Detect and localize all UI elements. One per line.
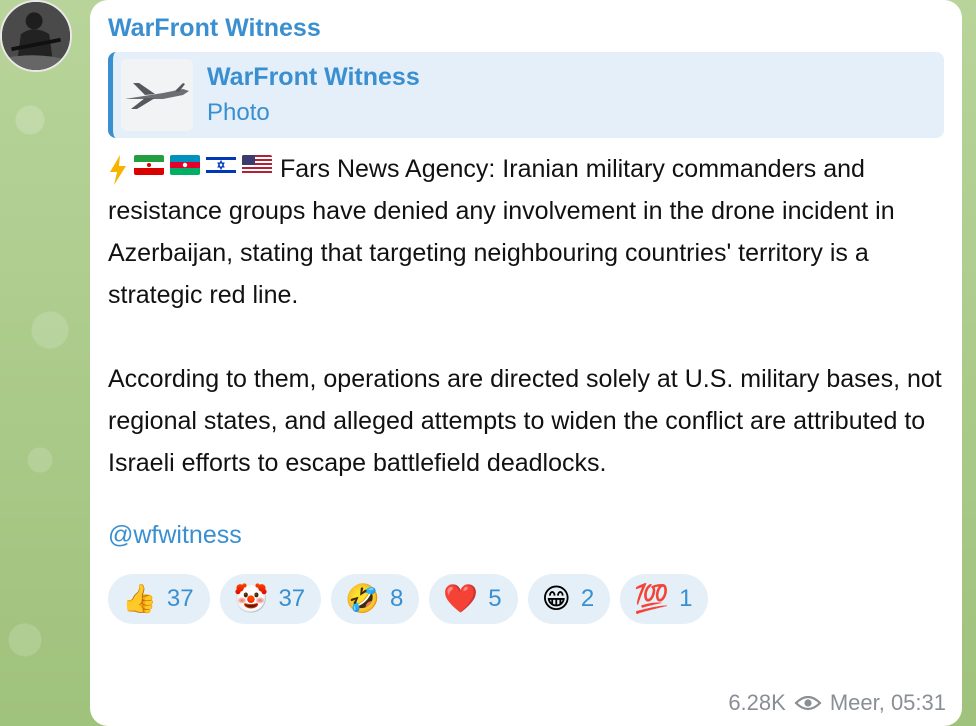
- reaction-clown[interactable]: 🤡 37: [219, 574, 322, 624]
- us-flag: [242, 155, 272, 176]
- message-time: Meer, 05:31: [829, 690, 946, 715]
- grin-icon: 😁: [541, 583, 571, 614]
- drone-thumbnail: [125, 83, 189, 109]
- reaction-count: 37: [278, 585, 306, 612]
- reaction-count: 5: [488, 585, 502, 612]
- message-bubble: WarFront Witness WarFront Witness Photo: [90, 0, 962, 726]
- israel-flag: [206, 155, 236, 176]
- reactions-bar: 👍 37 🤡 37 🤣 8 ❤️ 5 😁 2 💯 1: [108, 574, 944, 624]
- channel-handle-link[interactable]: @wfwitness: [108, 514, 944, 556]
- soldier-avatar-icon: [2, 2, 70, 70]
- hundred-icon: 💯: [634, 583, 670, 614]
- rofl-icon: 🤣: [345, 583, 381, 614]
- reaction-heart[interactable]: ❤️ 5: [429, 574, 518, 624]
- sender-name[interactable]: WarFront Witness: [108, 10, 944, 46]
- reply-thumbnail: [121, 59, 193, 131]
- heart-icon: ❤️: [443, 583, 479, 614]
- message-paragraph-2: According to them, operations are direct…: [108, 365, 942, 477]
- view-count: 6.28K: [728, 690, 786, 715]
- message-meta: 6.28K Meer, 05:31: [728, 690, 946, 716]
- clown-icon: 🤡: [233, 583, 269, 614]
- message-prefix-icons: [108, 155, 272, 186]
- iran-flag: [134, 155, 164, 176]
- reply-subtitle: Photo: [207, 99, 270, 126]
- lightning-icon: [110, 155, 126, 186]
- message-text: Fars News Agency: Iranian military comma…: [108, 148, 944, 484]
- azerbaijan-flag: [170, 155, 200, 176]
- eye-icon: [794, 695, 822, 711]
- reply-preview[interactable]: WarFront Witness Photo: [108, 52, 944, 138]
- reaction-count: 2: [580, 585, 595, 612]
- reaction-hundred[interactable]: 💯 1: [620, 574, 709, 624]
- reply-title: WarFront Witness: [207, 63, 420, 91]
- reaction-grin[interactable]: 😁 2: [527, 574, 611, 624]
- reaction-count: 8: [390, 585, 404, 612]
- reaction-count: 37: [166, 585, 194, 612]
- reaction-rofl[interactable]: 🤣 8: [331, 574, 420, 624]
- reaction-count: 1: [679, 585, 693, 612]
- reaction-thumbs-up[interactable]: 👍 37: [108, 574, 210, 624]
- channel-avatar[interactable]: [0, 0, 72, 72]
- thumbs-up-icon: 👍: [122, 583, 157, 614]
